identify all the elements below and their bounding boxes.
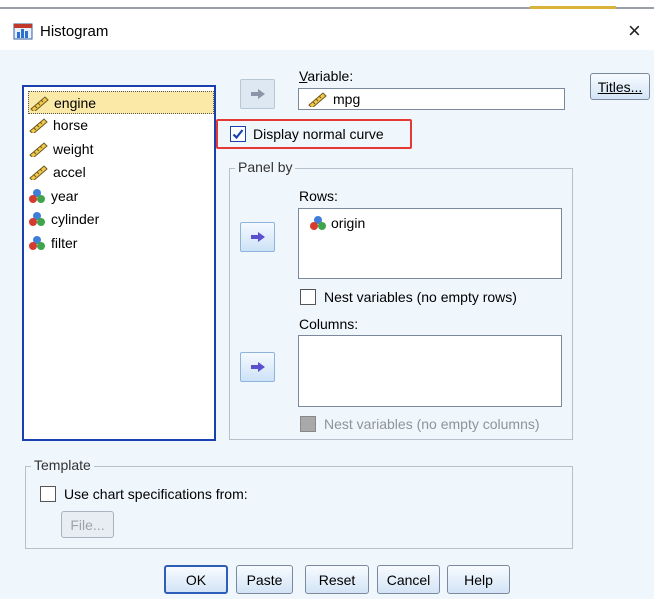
cancel-button[interactable]: Cancel	[377, 565, 440, 594]
nest-rows-label: Nest variables (no empty rows)	[324, 289, 517, 305]
variable-label: Variable:	[299, 68, 354, 84]
variable-list-item[interactable]: cylinder	[28, 209, 212, 230]
histogram-app-icon	[13, 23, 33, 40]
panel-by-title: Panel by	[235, 159, 296, 175]
template-title: Template	[31, 457, 94, 473]
help-button-label: Help	[464, 571, 493, 588]
right-arrow-icon	[250, 232, 265, 242]
checkmark-icon	[232, 129, 244, 140]
ruler-scale-icon	[29, 165, 48, 180]
columns-list[interactable]	[298, 335, 562, 407]
normal-curve-checkbox[interactable]	[230, 126, 246, 142]
columns-label: Columns:	[299, 316, 359, 332]
rows-label: Rows:	[299, 188, 338, 204]
normal-curve-option[interactable]: Display normal curve	[230, 126, 384, 142]
rows-list[interactable]: origin	[298, 208, 562, 279]
rows-list-item[interactable]: origin	[309, 215, 365, 231]
source-variable-list[interactable]: engine horse weight accel year cylinder filter	[22, 85, 216, 441]
nominal-balls-icon	[29, 235, 45, 250]
titles-button-label: Titles...	[597, 78, 643, 95]
move-to-variable-button[interactable]	[240, 79, 275, 109]
variable-list-item-label: cylinder	[51, 211, 100, 227]
ok-button-label: OK	[185, 571, 207, 588]
reset-button[interactable]: Reset	[305, 565, 369, 594]
window-title: Histogram	[40, 23, 109, 40]
ok-button[interactable]: OK	[164, 565, 228, 594]
nest-columns-checkbox	[300, 416, 316, 432]
variable-list-item-label: horse	[53, 117, 89, 133]
paste-button[interactable]: Paste	[236, 565, 293, 594]
variable-list-item-label: year	[51, 187, 79, 204]
use-spec-checkbox[interactable]	[40, 486, 56, 502]
reset-button-label: Reset	[318, 571, 356, 588]
paste-button-label: Paste	[246, 571, 283, 588]
variable-list-item[interactable]: horse	[28, 115, 212, 136]
variable-list-item-label: engine	[54, 94, 97, 111]
variable-list-item[interactable]: year	[28, 185, 212, 206]
ruler-scale-icon	[308, 92, 327, 107]
variable-list-item-label: filter	[51, 234, 78, 251]
variable-list-item-label: accel	[53, 164, 86, 180]
ruler-scale-icon	[30, 95, 49, 111]
ruler-scale-icon	[29, 118, 48, 133]
nominal-balls-icon	[310, 216, 326, 230]
variable-list-item[interactable]: weight	[28, 138, 212, 159]
variable-list-item[interactable]: accel	[28, 162, 212, 183]
variable-field-value: mpg	[333, 91, 361, 107]
move-to-columns-button[interactable]	[240, 352, 275, 382]
variable-list-item[interactable]: filter	[28, 232, 212, 253]
file-button-label: File...	[70, 516, 105, 533]
rows-list-value: origin	[331, 215, 366, 231]
normal-curve-label: Display normal curve	[253, 126, 384, 142]
move-to-rows-button[interactable]	[240, 222, 275, 252]
titles-button[interactable]: Titles...	[590, 73, 650, 100]
variable-list-item[interactable]: engine	[28, 91, 214, 114]
nest-columns-label: Nest variables (no empty columns)	[324, 416, 540, 432]
cancel-button-label: Cancel	[386, 571, 431, 588]
use-spec-option[interactable]: Use chart specifications from:	[40, 486, 248, 502]
variable-label-rest: ariable:	[307, 68, 354, 84]
right-arrow-icon	[250, 89, 265, 99]
variable-list-item-label: weight	[53, 140, 94, 157]
top-divider-accent	[530, 6, 616, 9]
help-button[interactable]: Help	[447, 565, 510, 594]
right-arrow-icon	[250, 362, 265, 372]
use-spec-label: Use chart specifications from:	[64, 486, 248, 502]
nominal-balls-icon	[29, 212, 45, 226]
close-button[interactable]: ×	[628, 18, 641, 44]
variable-field[interactable]: mpg	[298, 88, 565, 110]
ruler-scale-icon	[29, 141, 48, 157]
file-button: File...	[61, 511, 114, 538]
nest-rows-checkbox[interactable]	[300, 289, 316, 305]
nest-rows-option[interactable]: Nest variables (no empty rows)	[300, 289, 517, 305]
nominal-balls-icon	[29, 188, 45, 203]
nest-columns-option: Nest variables (no empty columns)	[300, 416, 540, 432]
